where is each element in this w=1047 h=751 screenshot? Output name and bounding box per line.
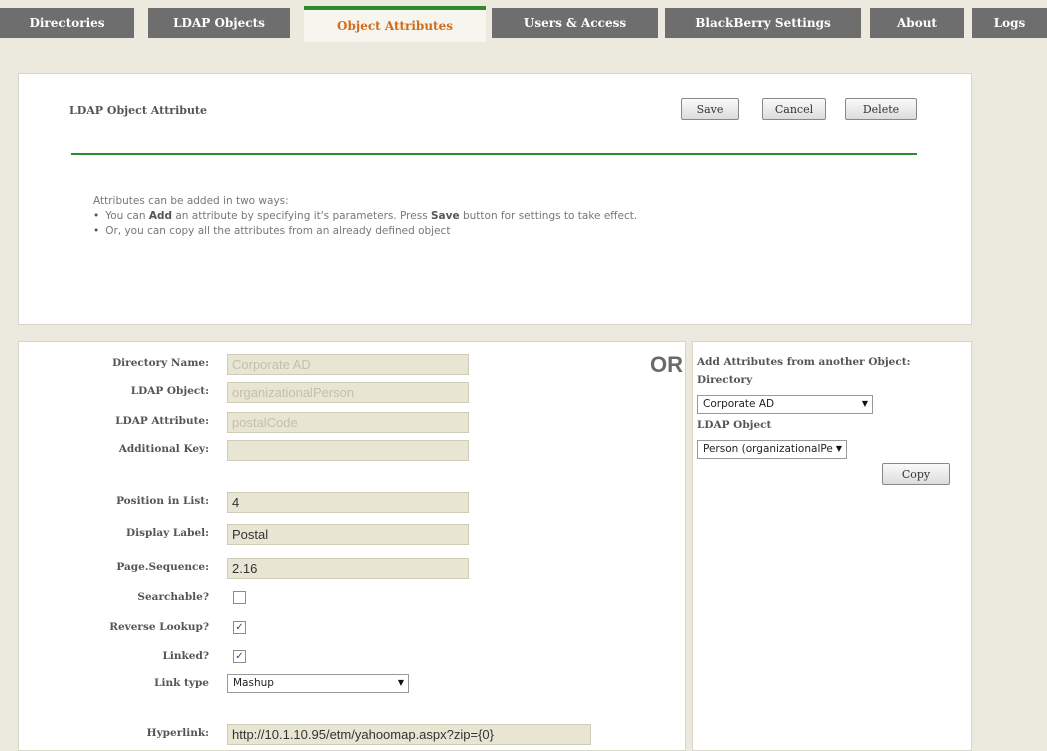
page-title: LDAP Object Attribute [69,104,208,117]
row-linked: Linked? ✓ [19,647,579,669]
linked-label: Linked? [162,650,209,662]
header-divider [71,153,917,155]
page-sequence-label: Page.Sequence: [116,561,209,573]
display-label-label: Display Label: [126,527,209,539]
row-page-sequence: Page.Sequence: 2.16 [19,558,579,580]
linked-checkbox[interactable]: ✓ [233,650,246,663]
instruction-add-text-3: button for settings to take effect. [459,210,638,222]
delete-button[interactable]: Delete [845,98,917,120]
directory-name-field: Corporate AD [227,354,469,375]
copy-panel-heading: Add Attributes from another Object: [697,356,911,368]
tab-bar: Directories LDAP Objects Object Attribut… [0,0,1047,42]
ldap-object-label: LDAP Object: [130,385,209,397]
tab-logs[interactable]: Logs [972,8,1047,38]
reverse-lookup-label: Reverse Lookup? [109,621,209,633]
or-separator: OR [650,352,683,377]
row-position-in-list: Position in List: 4 [19,492,579,514]
instruction-add-text-1: You can [105,210,149,222]
instruction-copy: Or, you can copy all the attributes from… [105,224,637,239]
instruction-save-keyword: Save [431,210,460,222]
tab-about[interactable]: About [870,8,964,38]
link-type-value: Mashup [233,677,274,689]
link-type-label: Link type [154,677,209,689]
chevron-down-icon: ▼ [835,444,842,453]
copy-ldap-object-label: LDAP Object [697,419,772,431]
tab-ldap-objects[interactable]: LDAP Objects [148,8,290,38]
instructions-intro: Attributes can be added in two ways: [93,195,289,207]
tab-object-attributes[interactable]: Object Attributes [304,6,486,42]
position-in-list-input[interactable]: 4 [227,492,469,513]
copy-ldap-object-value: Person (organizationalPe [703,443,833,455]
row-display-label: Display Label: Postal [19,524,579,546]
copy-attributes-panel: Add Attributes from another Object: Dire… [692,341,972,751]
instruction-add-keyword: Add [148,210,173,222]
copy-directory-value: Corporate AD [703,398,775,410]
copy-directory-label: Directory [697,374,753,386]
cancel-button[interactable]: Cancel [762,98,826,120]
page-sequence-input[interactable]: 2.16 [227,558,469,579]
checkmark-icon: ✓ [235,651,244,662]
row-hyperlink: Hyperlink: http://10.1.10.95/etm/yahooma… [19,724,591,746]
copy-directory-select[interactable]: Corporate AD ▼ [697,395,873,414]
position-in-list-label: Position in List: [116,495,209,507]
ldap-object-field: organizationalPerson [227,382,469,403]
link-type-select[interactable]: Mashup ▼ [227,674,409,693]
instruction-add: You can Add an attribute by specifying i… [105,209,637,224]
additional-key-input[interactable] [227,440,469,461]
copy-button[interactable]: Copy [882,463,950,485]
copy-ldap-object-select[interactable]: Person (organizationalPe ▼ [697,440,847,459]
hyperlink-input[interactable]: http://10.1.10.95/etm/yahoomap.aspx?zip=… [227,724,591,745]
directory-name-label: Directory Name: [112,357,209,369]
row-ldap-attribute: LDAP Attribute: postalCode [19,412,579,434]
instruction-add-text-2: an attribute by specifying it's paramete… [172,210,431,222]
header-panel: LDAP Object Attribute Save Cancel Delete… [18,73,972,325]
reverse-lookup-checkbox[interactable]: ✓ [233,621,246,634]
display-label-input[interactable]: Postal [227,524,469,545]
chevron-down-icon: ▼ [397,678,404,687]
save-button[interactable]: Save [681,98,739,120]
row-link-type: Link type Mashup ▼ [19,674,579,696]
additional-key-label: Additional Key: [118,443,209,455]
chevron-down-icon: ▼ [861,399,868,408]
row-directory-name: Directory Name: Corporate AD [19,354,579,376]
searchable-label: Searchable? [137,591,209,603]
ldap-attribute-field: postalCode [227,412,469,433]
row-searchable: Searchable? [19,588,579,610]
tab-users-access[interactable]: Users & Access [492,8,658,38]
checkmark-icon: ✓ [235,622,244,633]
instructions: Attributes can be added in two ways: You… [93,194,637,239]
row-additional-key: Additional Key: [19,440,579,462]
searchable-checkbox[interactable] [233,591,246,604]
attribute-form-panel: Directory Name: Corporate AD LDAP Object… [18,341,686,751]
tab-directories[interactable]: Directories [0,8,134,38]
hyperlink-label: Hyperlink: [146,727,209,739]
tab-blackberry-settings[interactable]: BlackBerry Settings [665,8,861,38]
row-reverse-lookup: Reverse Lookup? ✓ [19,618,579,640]
ldap-attribute-label: LDAP Attribute: [115,415,209,427]
row-ldap-object: LDAP Object: organizationalPerson [19,382,579,404]
